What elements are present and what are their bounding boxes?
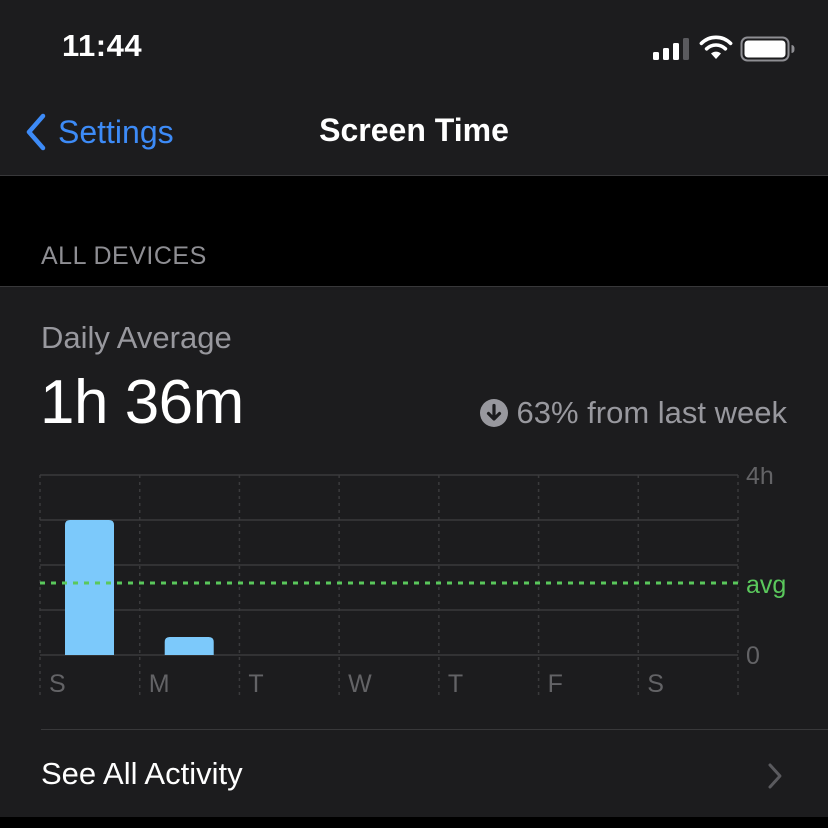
arrow-down-circle-icon <box>479 399 508 427</box>
status-time: 11:44 <box>62 28 143 63</box>
nav-divider <box>0 175 828 176</box>
y-axis-tick-label: 4h <box>746 467 774 490</box>
wifi-icon <box>699 35 733 59</box>
x-axis-tick-label: S <box>49 670 66 697</box>
chart-bar <box>65 520 114 655</box>
chevron-right-icon <box>768 763 782 789</box>
x-axis-tick-label: S <box>647 670 664 697</box>
weekly-change-text: 63% from last week <box>516 395 788 430</box>
daily-average-value: 1h 36m <box>40 368 244 437</box>
daily-average-label: Daily Average <box>41 320 232 355</box>
x-axis-tick-label: F <box>548 670 563 697</box>
chart-bar <box>164 637 214 655</box>
x-axis-tick-label: W <box>348 670 372 697</box>
screen-time-screen: 11:44 Settings Screen Time ALL DEVICES D… <box>0 0 828 828</box>
x-axis-tick-label: T <box>448 670 463 697</box>
average-line-label: avg <box>746 571 786 599</box>
weekly-change: 63% from last week <box>479 395 788 431</box>
screen-time-card[interactable]: Daily Average 1h 36m 63% from last week … <box>0 286 828 817</box>
battery-icon <box>740 36 795 62</box>
y-axis-tick-label: 0 <box>746 642 760 670</box>
x-axis-tick-label: M <box>149 670 170 697</box>
bottom-strip <box>0 817 828 828</box>
cellular-signal-icon <box>653 38 689 60</box>
page-title: Screen Time <box>319 112 509 148</box>
header-area: 11:44 Settings Screen Time <box>0 0 828 176</box>
see-all-activity-label: See All Activity <box>41 756 243 791</box>
section-header: ALL DEVICES <box>41 242 207 270</box>
x-axis-tick-label: T <box>248 670 263 697</box>
see-all-activity-button[interactable]: See All Activity <box>0 730 828 818</box>
usage-bar-chart[interactable]: avg 4h 0 S M T W T F S <box>0 467 828 697</box>
